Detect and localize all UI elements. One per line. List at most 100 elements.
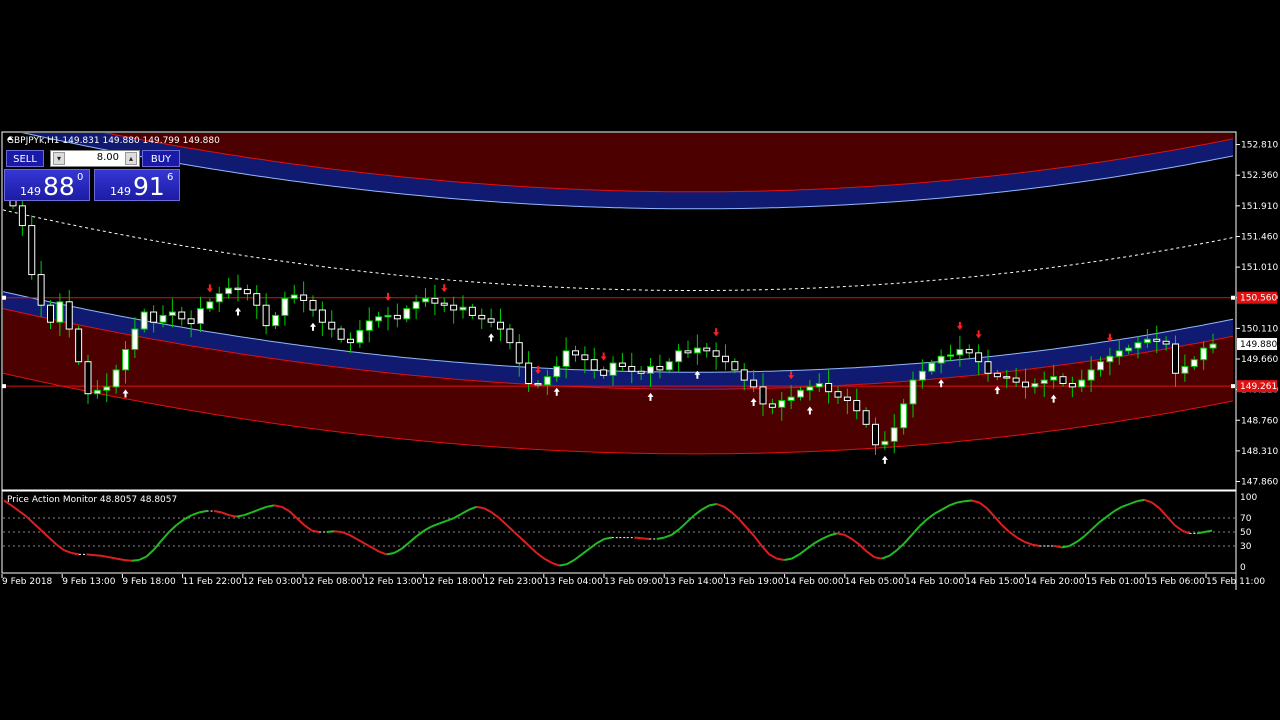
indicator-segment — [273, 504, 282, 508]
indicator-segment — [236, 514, 245, 518]
candle-body — [759, 386, 767, 405]
candle-body — [787, 396, 795, 402]
indicator-segment — [1204, 529, 1213, 533]
candle-body — [984, 361, 992, 374]
time-tick-label: 11 Feb 22:00 — [183, 577, 242, 587]
candle-body — [37, 274, 45, 306]
candle-body — [440, 302, 448, 306]
candle-body — [1153, 338, 1161, 342]
candle-body — [487, 318, 495, 323]
indicator-segment — [1061, 545, 1070, 549]
price-tick-label: 147.860 — [1241, 478, 1278, 488]
indicator-segment — [784, 557, 793, 561]
candle-body — [768, 403, 776, 408]
candle-body — [168, 311, 176, 316]
indicator-segment — [604, 536, 612, 540]
candle-body — [225, 287, 233, 295]
candle-body — [215, 293, 223, 303]
candle-body — [609, 362, 617, 376]
candle-body — [1200, 347, 1208, 361]
indicator-segment — [123, 559, 132, 562]
indicator-segment — [656, 536, 665, 540]
candle-body — [1162, 340, 1170, 345]
hline-handle-right-0[interactable] — [1231, 295, 1235, 300]
candle-body — [834, 391, 842, 398]
hline-handle-0[interactable] — [2, 295, 6, 300]
lot-size-value[interactable]: 8.00 — [97, 152, 119, 163]
candle-body — [393, 314, 401, 320]
candle-body — [956, 348, 964, 356]
candle-body — [872, 423, 879, 446]
trading-chart[interactable]: GBPJPYk,H1 149.831 149.880 149.799 149.8… — [0, 0, 1280, 720]
candle-body — [1143, 338, 1151, 344]
candle-body — [243, 289, 251, 295]
sell-price-quote[interactable]: 149 88 0 — [4, 169, 90, 201]
candle-body — [900, 403, 908, 429]
candle-body — [450, 304, 458, 311]
indicator-segment — [1196, 531, 1205, 535]
candle-body — [928, 362, 936, 372]
candle-body — [693, 347, 701, 354]
candle-body — [318, 309, 326, 323]
candle-body — [797, 389, 804, 398]
price-tick-label: 151.010 — [1241, 263, 1278, 273]
price-tick-label: 152.360 — [1241, 171, 1278, 181]
indicator-segment — [386, 552, 395, 556]
candle-body — [253, 293, 261, 306]
candle-body — [825, 382, 833, 393]
candle-body — [1050, 376, 1058, 381]
indicator-segment — [71, 552, 80, 556]
indicator-segment — [108, 556, 117, 560]
lot-decrease-icon[interactable]: ▾ — [53, 152, 65, 165]
candle-body — [506, 328, 514, 344]
candle-body — [590, 359, 598, 371]
candle-body — [1190, 359, 1198, 367]
time-tick-label: 13 Feb 19:00 — [724, 577, 783, 587]
sell-price-pip: 0 — [77, 172, 84, 183]
indicator-segment — [86, 553, 95, 557]
candle-body — [806, 386, 814, 391]
candle-body — [412, 301, 420, 310]
candle-body — [18, 205, 26, 227]
candle-body — [422, 297, 429, 303]
candle-body — [553, 365, 561, 378]
candle-body — [581, 354, 589, 361]
indicator-segment — [266, 504, 275, 508]
candle-body — [750, 379, 758, 388]
indicator-segment — [198, 510, 207, 514]
candle-body — [712, 350, 720, 357]
candle-body — [478, 314, 486, 320]
candle-body — [309, 299, 317, 311]
current-price-tag: 149.880 — [1240, 340, 1277, 350]
lot-size-input[interactable]: ▾ 8.00 ▴ — [50, 150, 140, 167]
price-tick-label: 148.310 — [1241, 447, 1278, 457]
candle-body — [534, 382, 542, 386]
lot-increase-icon[interactable]: ▴ — [125, 152, 137, 165]
sell-price-prefix: 149 — [20, 185, 41, 198]
candle-body — [384, 314, 392, 318]
candle-body — [1115, 350, 1123, 357]
candle-body — [722, 355, 729, 363]
hline-handle-1[interactable] — [2, 384, 6, 389]
candle-body — [1012, 377, 1020, 383]
sell-button[interactable]: SELL — [6, 150, 44, 167]
time-tick-label: 13 Feb 04:00 — [544, 577, 603, 587]
candle-body — [778, 400, 786, 408]
hline-price-tag: 149.261 — [1240, 382, 1277, 392]
candle-body — [637, 370, 645, 374]
candle-body — [197, 308, 204, 325]
candle-body — [431, 297, 439, 304]
time-tick-label: 13 Feb 09:00 — [604, 577, 663, 587]
hline-price-tag: 150.560 — [1240, 294, 1277, 304]
indicator-segment — [956, 500, 965, 504]
indicator-segment — [228, 514, 237, 518]
buy-price-quote[interactable]: 149 91 6 — [94, 169, 180, 201]
indicator-header: Price Action Monitor 48.8057 48.8057 — [7, 495, 177, 505]
candle-body — [515, 342, 523, 364]
candle-body — [881, 440, 889, 446]
time-tick-label: 14 Feb 00:00 — [785, 577, 844, 587]
candle-body — [525, 362, 533, 384]
time-tick-label: 12 Feb 23:00 — [484, 577, 543, 587]
hline-handle-right-1[interactable] — [1231, 384, 1235, 389]
buy-button[interactable]: BUY — [142, 150, 180, 167]
